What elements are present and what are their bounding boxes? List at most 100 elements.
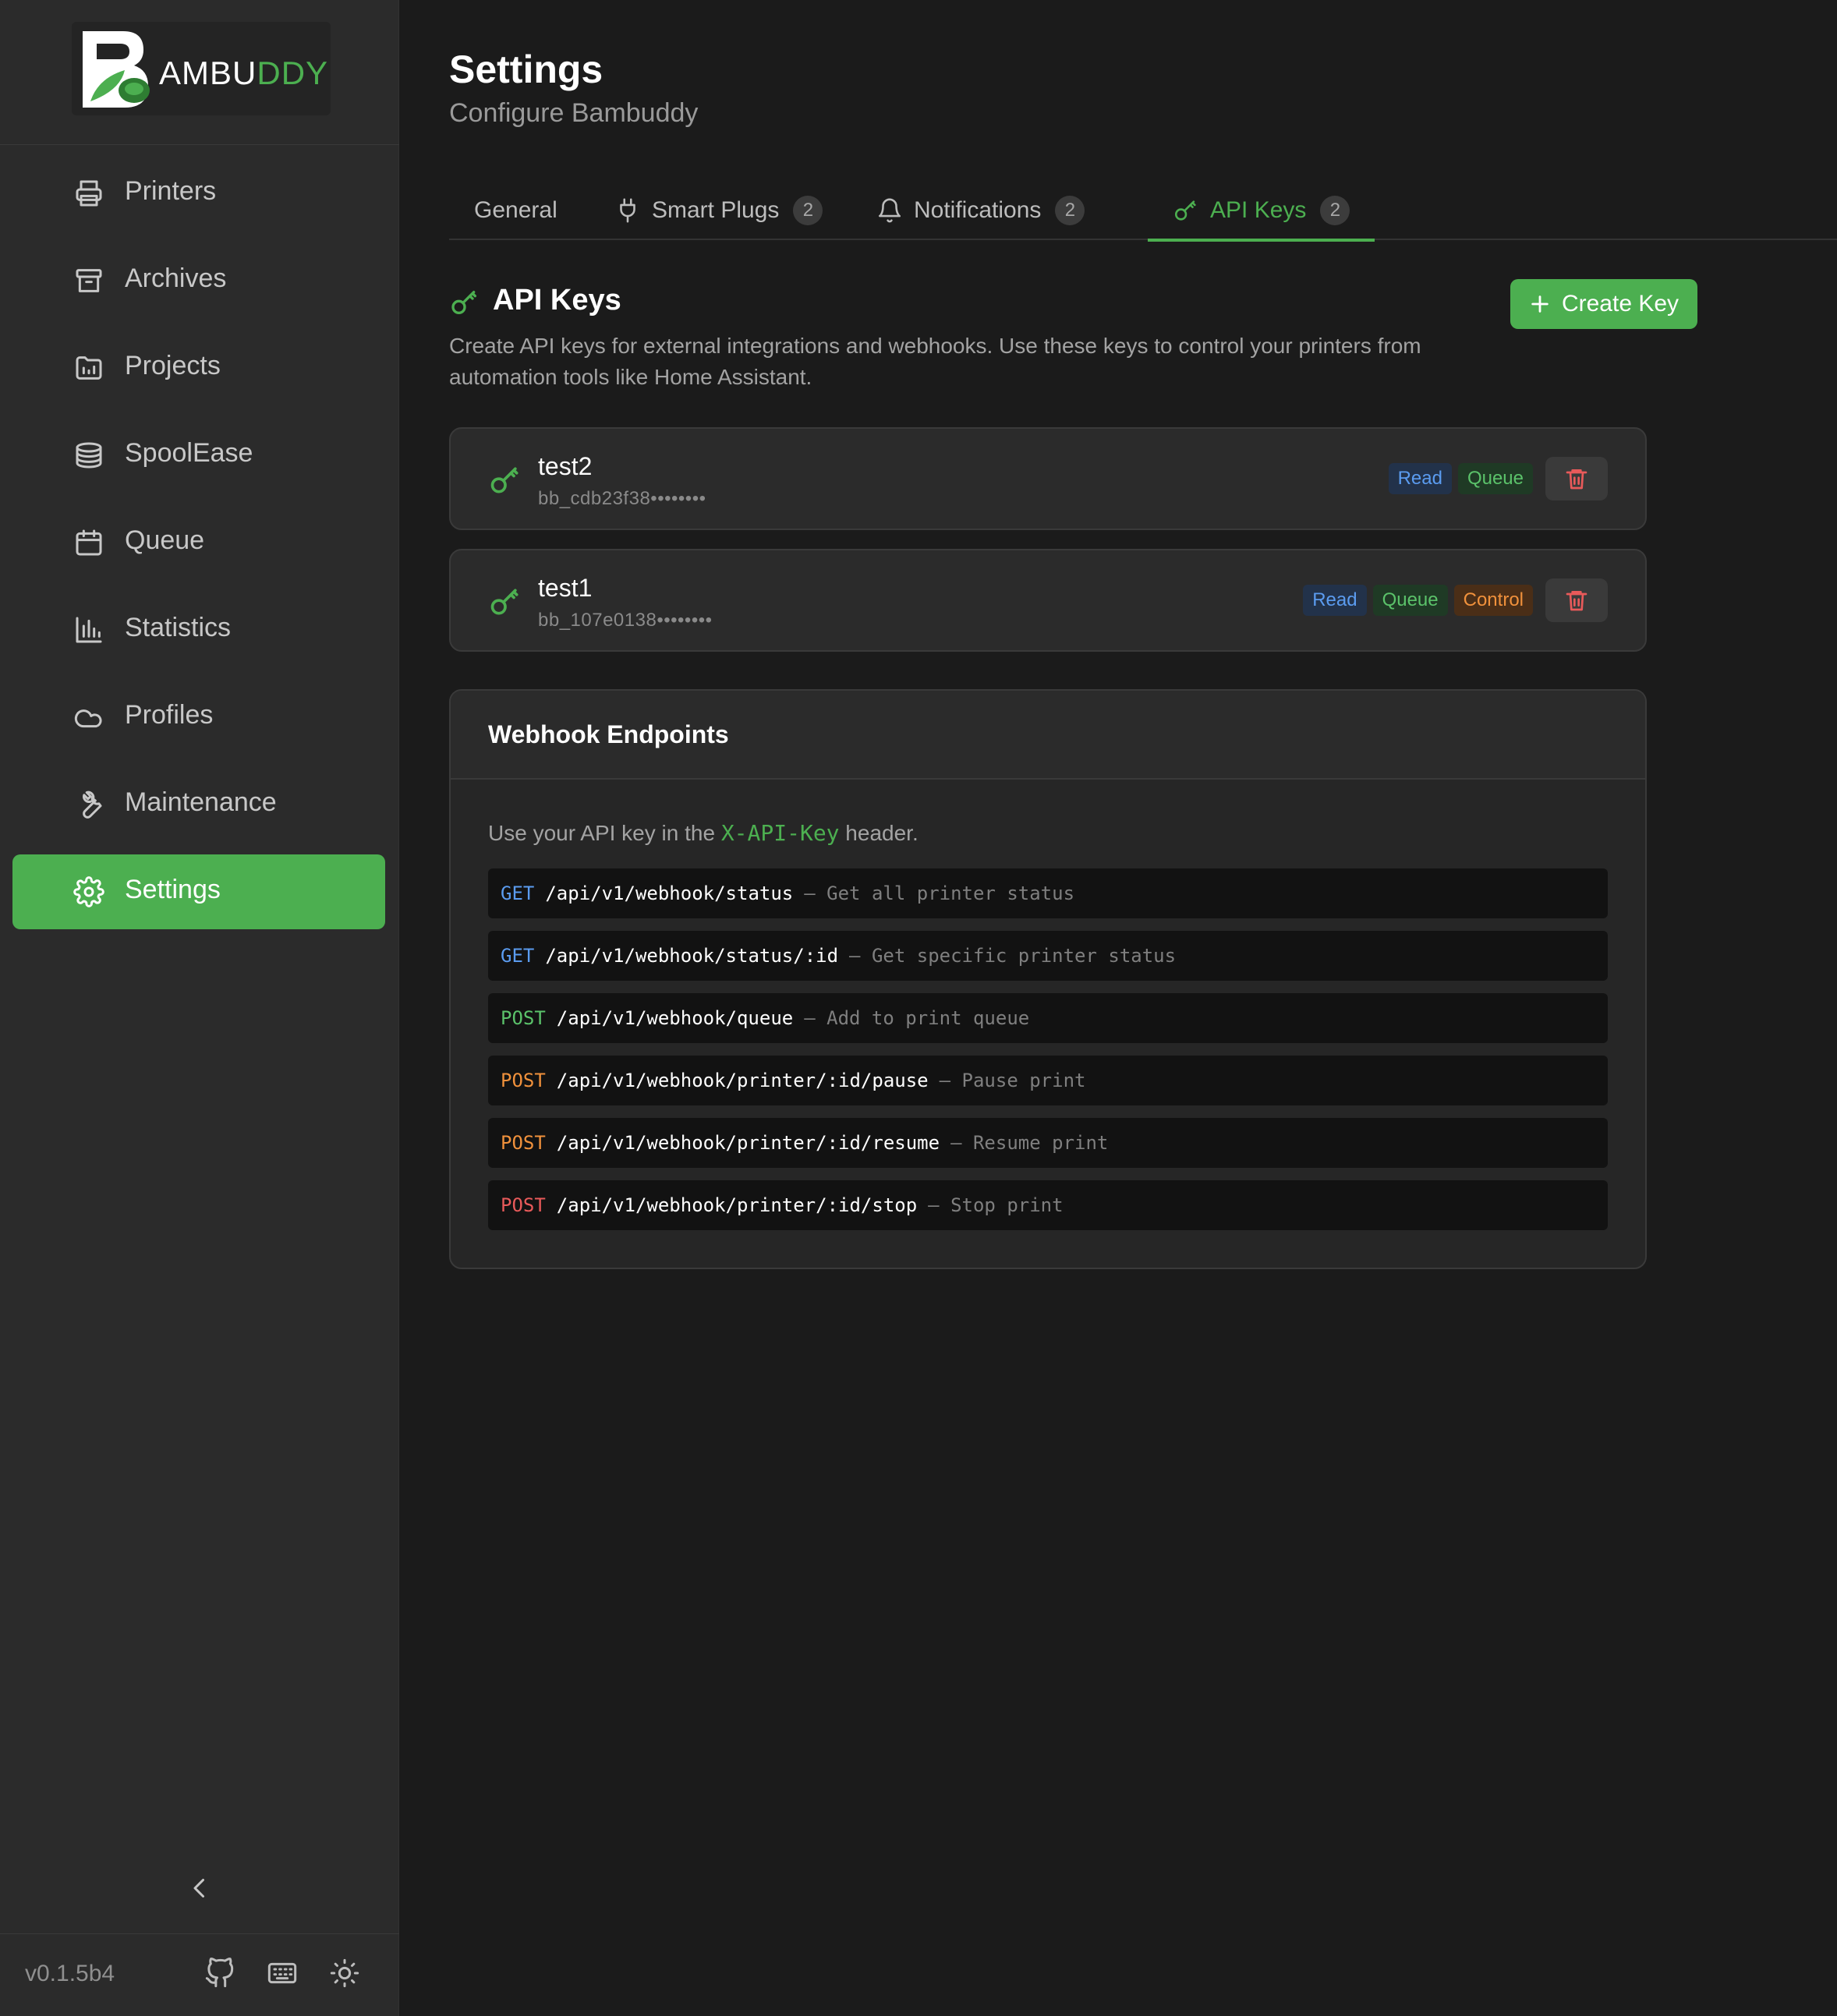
sidebar-item-settings[interactable]: Settings xyxy=(12,854,385,929)
endpoint-path: /api/v1/webhook/printer/:id/pause xyxy=(556,1070,929,1091)
sidebar: AMBUDDY Printers Archives Projects Spool… xyxy=(0,0,399,2016)
sidebar-item-label: Queue xyxy=(125,525,205,555)
endpoint-row: POST /api/v1/webhook/printer/:id/pause –… xyxy=(488,1056,1608,1105)
sidebar-item-label: Profiles xyxy=(125,700,214,730)
sidebar-item-maintenance[interactable]: Maintenance xyxy=(12,767,385,842)
endpoint-method: POST xyxy=(501,1070,546,1091)
keyboard-icon[interactable] xyxy=(267,1958,298,1989)
trash-icon xyxy=(1566,469,1587,490)
endpoint-row: POST /api/v1/webhook/queue – Add to prin… xyxy=(488,993,1608,1043)
sidebar-item-projects[interactable]: Projects xyxy=(12,331,385,405)
key-icon xyxy=(490,467,519,493)
endpoint-path: /api/v1/webhook/status/:id xyxy=(545,945,839,967)
endpoint-description: – Pause print xyxy=(939,1070,1086,1091)
sidebar-item-printers[interactable]: Printers xyxy=(12,156,385,231)
folder-icon xyxy=(76,356,102,380)
sidebar-nav: Printers Archives Projects SpoolEase Que… xyxy=(12,156,385,942)
delete-key-button[interactable] xyxy=(1545,578,1608,622)
tab-label: API Keys xyxy=(1210,197,1307,223)
permission-badge-queue: Queue xyxy=(1372,585,1448,616)
endpoint-row: POST /api/v1/webhook/printer/:id/stop – … xyxy=(488,1180,1608,1230)
tab-label: Notifications xyxy=(914,197,1042,223)
create-key-button[interactable]: Create Key xyxy=(1510,279,1697,329)
endpoint-description: – Get specific printer status xyxy=(849,945,1177,967)
endpoint-description: – Get all printer status xyxy=(804,882,1075,904)
tab-api-keys[interactable]: API Keys 2 xyxy=(1148,181,1375,242)
layers-icon xyxy=(76,442,102,469)
endpoint-path: /api/v1/webhook/status xyxy=(545,882,794,904)
tab-notifications[interactable]: Notifications 2 xyxy=(876,181,1085,240)
sidebar-item-label: Statistics xyxy=(125,613,232,642)
api-key-card: test1 bb_107e0138•••••••• Read Queue Con… xyxy=(449,549,1647,652)
trash-icon xyxy=(1566,591,1587,611)
api-keys-header: API Keys Create API keys for external in… xyxy=(449,279,1697,398)
sidebar-footer: v0.1.5b4 xyxy=(0,1933,399,2016)
delete-key-button[interactable] xyxy=(1545,457,1608,500)
gear-icon xyxy=(73,876,104,907)
create-key-label: Create Key xyxy=(1561,291,1679,317)
plus-icon xyxy=(1531,295,1549,313)
logo-text: AMBUDDY xyxy=(159,55,329,91)
api-key-name: test2 xyxy=(538,452,593,480)
tab-general[interactable]: General xyxy=(474,181,557,240)
endpoint-method: GET xyxy=(501,945,535,967)
sidebar-item-spoolease[interactable]: SpoolEase xyxy=(12,418,385,493)
sidebar-item-label: SpoolEase xyxy=(125,438,253,468)
permission-badge-read: Read xyxy=(1303,585,1367,616)
bambuddy-logo[interactable]: AMBUDDY xyxy=(72,22,331,115)
tab-smart-plugs[interactable]: Smart Plugs 2 xyxy=(614,181,823,240)
key-icon xyxy=(1174,200,1196,221)
section-description: Create API keys for external integration… xyxy=(449,334,1421,389)
cloud-icon xyxy=(74,709,102,728)
permission-badge-read: Read xyxy=(1388,463,1452,494)
tab-count-badge: 2 xyxy=(793,196,823,225)
endpoint-row: GET /api/v1/webhook/status – Get all pri… xyxy=(488,868,1608,918)
sidebar-item-label: Settings xyxy=(125,875,221,904)
sidebar-item-label: Archives xyxy=(125,263,227,293)
sidebar-item-archives[interactable]: Archives xyxy=(12,243,385,318)
calendar-icon xyxy=(76,529,102,556)
key-icon xyxy=(490,589,519,615)
archive-icon xyxy=(76,269,102,292)
sidebar-item-profiles[interactable]: Profiles xyxy=(12,680,385,755)
endpoint-path: /api/v1/webhook/printer/:id/resume xyxy=(556,1132,940,1154)
api-key-card: test2 bb_cdb23f38•••••••• Read Queue xyxy=(449,427,1647,530)
tab-count-badge: 2 xyxy=(1320,196,1350,225)
endpoint-method: POST xyxy=(501,1007,546,1029)
page-subtitle: Configure Bambuddy xyxy=(449,98,699,128)
sidebar-item-label: Projects xyxy=(125,351,221,380)
webhook-description: Use your API key in the X-API-Key header… xyxy=(488,820,918,846)
endpoint-method: POST xyxy=(501,1132,546,1154)
api-key-prefix: bb_107e0138•••••••• xyxy=(538,610,713,631)
endpoint-method: GET xyxy=(501,882,535,904)
sidebar-item-label: Printers xyxy=(125,176,217,206)
permission-badge-queue: Queue xyxy=(1457,463,1533,494)
webhook-title: Webhook Endpoints xyxy=(488,720,729,748)
page-title: Settings xyxy=(449,48,603,91)
settings-tabs: General Smart Plugs 2 Notifications 2 AP… xyxy=(449,181,1837,242)
bar-chart-icon xyxy=(76,617,102,643)
bell-icon xyxy=(878,198,901,223)
permission-badges: Read Queue xyxy=(1388,463,1533,494)
api-key-prefix: bb_cdb23f38•••••••• xyxy=(538,488,706,509)
endpoint-method: POST xyxy=(501,1194,546,1216)
tab-label: General xyxy=(474,197,557,223)
webhook-header: Webhook Endpoints xyxy=(451,691,1645,780)
sun-icon[interactable] xyxy=(329,1958,360,1989)
github-icon[interactable] xyxy=(204,1958,235,1989)
endpoint-row: POST /api/v1/webhook/printer/:id/resume … xyxy=(488,1118,1608,1168)
sidebar-item-label: Maintenance xyxy=(125,787,277,817)
key-icon xyxy=(451,291,476,314)
tab-count-badge: 2 xyxy=(1055,196,1085,225)
logo-mark-icon xyxy=(83,31,150,108)
sidebar-item-queue[interactable]: Queue xyxy=(12,505,385,580)
permission-badge-control: Control xyxy=(1453,585,1533,616)
endpoint-path: /api/v1/webhook/queue xyxy=(556,1007,794,1029)
collapse-sidebar-chevron-icon[interactable] xyxy=(186,1874,214,1902)
endpoint-description: – Resume print xyxy=(950,1132,1109,1154)
endpoint-path: /api/v1/webhook/printer/:id/stop xyxy=(556,1194,918,1216)
sidebar-item-statistics[interactable]: Statistics xyxy=(12,592,385,667)
api-key-name: test1 xyxy=(538,574,593,602)
tab-label: Smart Plugs xyxy=(652,197,780,223)
permission-badges: Read Queue Control xyxy=(1303,585,1533,616)
